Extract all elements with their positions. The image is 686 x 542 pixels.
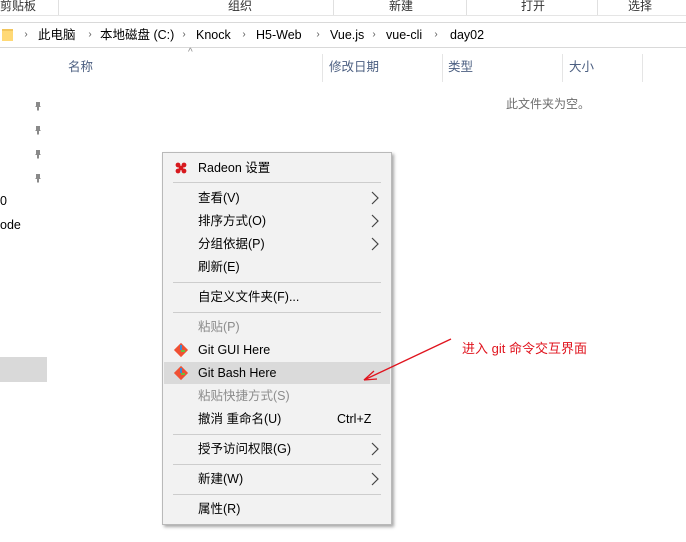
- breadcrumb-this-pc[interactable]: 此电脑: [38, 27, 76, 43]
- column-header-size[interactable]: 大小: [569, 56, 594, 78]
- pin-icon[interactable]: [33, 125, 43, 135]
- breadcrumb-chevron-icon[interactable]: ›: [22, 28, 30, 42]
- menu-item-customize-folder[interactable]: 自定义文件夹(F)...: [164, 286, 390, 308]
- breadcrumb-h5-web[interactable]: H5-Web: [256, 27, 302, 43]
- git-icon: [173, 365, 189, 381]
- ribbon-divider: [597, 0, 598, 15]
- git-icon: [173, 342, 189, 358]
- menu-separator: [173, 464, 381, 465]
- pin-icon[interactable]: [33, 149, 43, 159]
- column-divider[interactable]: [442, 54, 443, 82]
- column-header-name[interactable]: 名称: [68, 56, 93, 78]
- column-divider[interactable]: [322, 54, 323, 82]
- menu-item-label: 分组依据(P): [198, 237, 265, 251]
- folder-icon: [2, 29, 13, 41]
- menu-item-radeon-settings[interactable]: Radeon 设置: [164, 157, 390, 179]
- ribbon-group-labels: 剪贴板 组织 新建 打开 选择: [0, 0, 686, 16]
- ribbon-group-organize: 组织: [227, 0, 252, 13]
- annotation-arrow-icon: [363, 338, 452, 381]
- column-header-type[interactable]: 类型: [448, 56, 473, 78]
- breadcrumb-knock[interactable]: Knock: [196, 27, 231, 43]
- column-header-modified[interactable]: 修改日期: [329, 56, 379, 78]
- column-divider[interactable]: [562, 54, 563, 82]
- nav-item-selected[interactable]: [0, 357, 47, 382]
- submenu-chevron-icon: [371, 237, 379, 251]
- ribbon-group-new: 新建: [388, 0, 413, 13]
- ribbon-divider: [466, 0, 467, 15]
- column-divider[interactable]: [642, 54, 643, 82]
- sort-ascending-icon: ^: [188, 47, 193, 58]
- breadcrumb-chevron-icon[interactable]: ›: [240, 28, 248, 42]
- breadcrumb-chevron-icon[interactable]: ›: [370, 28, 378, 42]
- menu-item-label: Radeon 设置: [198, 161, 271, 175]
- address-bar[interactable]: › 此电脑 › 本地磁盘 (C:) › Knock › H5-Web › Vue…: [0, 22, 686, 48]
- annotation-label: 进入 git 命令交互界面: [462, 341, 587, 356]
- ribbon-group-clipboard: 剪贴板: [0, 0, 37, 13]
- breadcrumb-vue-cli[interactable]: vue-cli: [386, 27, 422, 43]
- menu-item-label: 刷新(E): [198, 260, 240, 274]
- menu-item-label: 新建(W): [198, 472, 244, 486]
- menu-separator: [173, 182, 381, 183]
- breadcrumb-vuejs[interactable]: Vue.js: [330, 27, 364, 43]
- menu-item-properties[interactable]: 属性(R): [164, 498, 390, 520]
- menu-item-sort-by[interactable]: 排序方式(O): [164, 210, 390, 232]
- menu-item-label: 排序方式(O): [198, 214, 267, 228]
- radeon-icon: [175, 162, 187, 174]
- breadcrumb-chevron-icon[interactable]: ›: [180, 28, 188, 42]
- menu-item-label: Git GUI Here: [198, 343, 271, 357]
- menu-item-give-access[interactable]: 授予访问权限(G): [164, 438, 390, 460]
- empty-folder-message: 此文件夹为空。: [506, 97, 591, 111]
- breadcrumb-day02[interactable]: day02: [450, 27, 484, 43]
- menu-item-group-by[interactable]: 分组依据(P): [164, 233, 390, 255]
- menu-item-shortcut: Ctrl+Z: [337, 412, 372, 426]
- menu-item-label: 属性(R): [198, 502, 241, 516]
- menu-item-label: 自定义文件夹(F)...: [198, 290, 300, 304]
- menu-item-label: 粘贴(P): [198, 320, 240, 334]
- menu-item-view[interactable]: 查看(V): [164, 187, 390, 209]
- menu-separator: [173, 434, 381, 435]
- menu-item-label: 授予访问权限(G): [198, 442, 292, 456]
- ribbon-group-open: 打开: [520, 0, 545, 13]
- nav-item-partial[interactable]: 0: [0, 194, 7, 208]
- ribbon-divider: [58, 0, 59, 15]
- menu-separator: [173, 282, 381, 283]
- nav-item-partial[interactable]: ode: [0, 218, 21, 232]
- breadcrumb-chevron-icon[interactable]: ›: [314, 28, 322, 42]
- submenu-chevron-icon: [371, 191, 379, 205]
- menu-separator: [173, 494, 381, 495]
- menu-item-undo-rename[interactable]: 撤消 重命名(U) Ctrl+Z: [164, 408, 390, 430]
- pin-icon[interactable]: [33, 101, 43, 111]
- menu-item-new[interactable]: 新建(W): [164, 468, 390, 490]
- submenu-chevron-icon: [371, 442, 379, 456]
- breadcrumb-chevron-icon[interactable]: ›: [86, 28, 94, 42]
- ribbon-divider: [333, 0, 334, 15]
- menu-item-refresh[interactable]: 刷新(E): [164, 256, 390, 278]
- menu-item-label: 撤消 重命名(U): [198, 412, 282, 426]
- menu-item-label: 查看(V): [198, 191, 240, 205]
- pin-icon[interactable]: [33, 173, 43, 183]
- submenu-chevron-icon: [371, 214, 379, 228]
- menu-item-label: 粘贴快捷方式(S): [198, 389, 290, 403]
- menu-item-paste-shortcut[interactable]: 粘贴快捷方式(S): [164, 385, 390, 407]
- breadcrumb-local-disk[interactable]: 本地磁盘 (C:): [100, 27, 174, 43]
- menu-separator: [173, 312, 381, 313]
- breadcrumb-chevron-icon[interactable]: ›: [432, 28, 440, 42]
- menu-item-label: Git Bash Here: [198, 366, 277, 380]
- submenu-chevron-icon: [371, 472, 379, 486]
- ribbon-group-select: 选择: [627, 0, 652, 13]
